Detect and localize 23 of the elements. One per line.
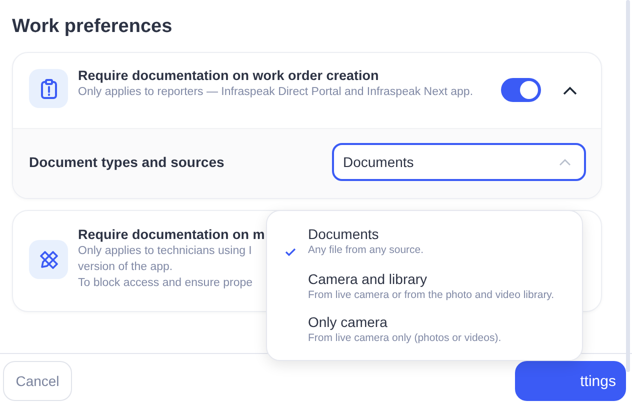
option-description: From live camera or from the photo and video library. <box>308 288 554 303</box>
chevron-icon <box>559 158 571 166</box>
option-description: From live camera only (photos or videos). <box>308 331 502 346</box>
select-field[interactable]: Documents <box>332 143 586 181</box>
menu-option[interactable]: Camera and library From live camera or from the photo and video library. <box>267 271 582 303</box>
cancel-button[interactable]: Cancel <box>3 361 72 401</box>
check-icon <box>285 248 296 256</box>
setting-description: To block access and ensure prope <box>78 276 253 291</box>
pencil-ruler-icon <box>38 248 60 270</box>
section-title: Work preferences <box>12 16 174 38</box>
setting-title: Require documentation on work order creation <box>78 68 379 83</box>
setting-label: Document types and sources <box>29 154 224 170</box>
setting-description: Only applies to reporters — Infraspeak Direct Portal and Infraspeak Next app. <box>78 85 474 100</box>
setting-description: Only applies to technicians using I <box>78 244 252 259</box>
option-description: Any file from any source. <box>308 243 424 258</box>
chevron-icon[interactable] <box>563 86 577 94</box>
clipboard-icon <box>40 78 58 98</box>
toggle-switch[interactable] <box>501 78 541 102</box>
menu-option[interactable]: Documents Any file from any source. <box>267 226 582 260</box>
save-button[interactable]: ttings <box>515 361 626 401</box>
setting-description: version of the app. <box>78 260 173 275</box>
setting-title: Require documentation on m <box>78 227 265 242</box>
menu-option[interactable]: Only camera From live camera only (photos or videos). <box>267 314 582 346</box>
